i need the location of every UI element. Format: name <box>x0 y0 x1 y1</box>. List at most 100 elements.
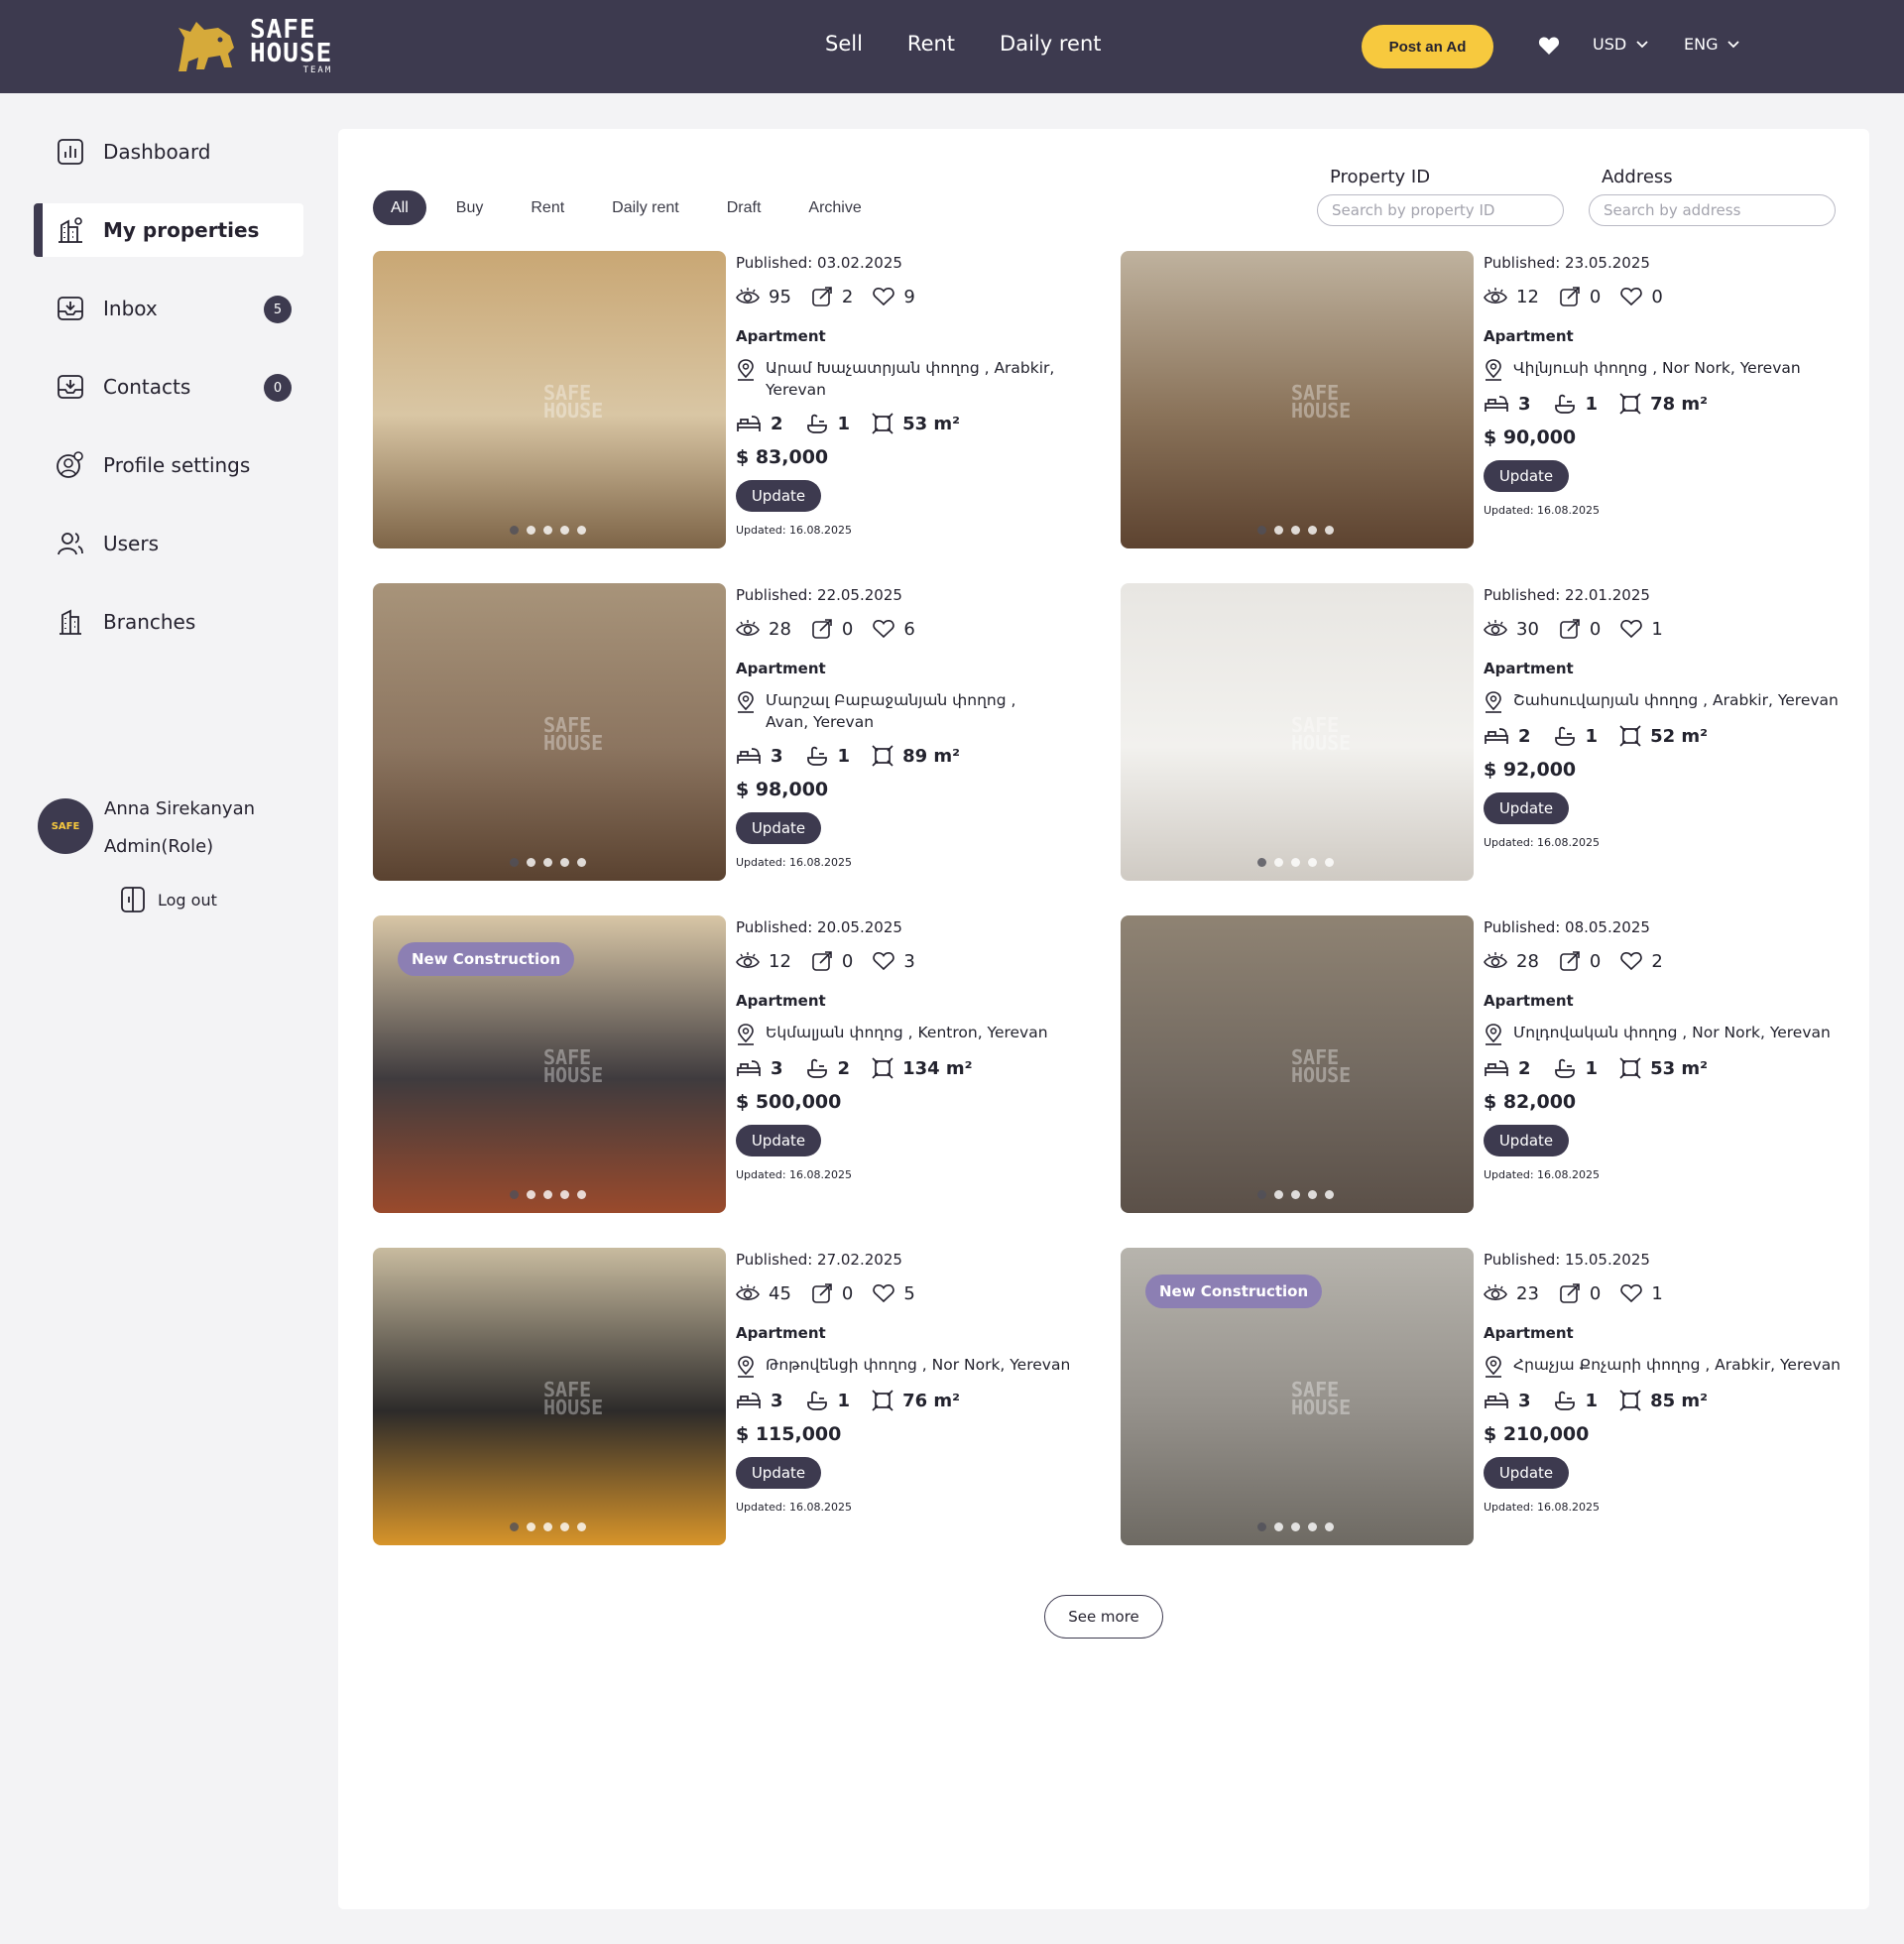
favorites-heart-icon[interactable] <box>1538 36 1560 56</box>
listing-photo[interactable]: SAFE HOUSE <box>1121 583 1474 881</box>
nav-sell[interactable]: Sell <box>825 32 863 56</box>
listing-stats: 12 0 3 <box>736 950 1097 972</box>
sidebar-item-users[interactable]: Users <box>34 517 303 570</box>
listing-card[interactable]: SAFE HOUSE Published: 27.02.2025 45 0 5 A… <box>373 1248 1097 1545</box>
photo-carousel-dots[interactable] <box>1257 858 1334 867</box>
shares-count: 0 <box>1589 618 1602 640</box>
sidebar-item-dashboard[interactable]: Dashboard <box>34 125 303 179</box>
tab-rent[interactable]: Rent <box>513 190 582 225</box>
address-search-input[interactable] <box>1589 194 1836 226</box>
baths-count: 2 <box>837 1057 851 1079</box>
views-eye-icon <box>1484 952 1507 969</box>
baths-count: 1 <box>1585 393 1599 415</box>
logout-button[interactable]: Log out <box>120 886 217 913</box>
bath-icon <box>1554 1391 1575 1410</box>
see-more-button[interactable]: See more <box>1044 1595 1163 1639</box>
photo-carousel-dots[interactable] <box>1257 526 1334 535</box>
currency-selector[interactable]: USD <box>1593 35 1648 54</box>
new-construction-badge: New Construction <box>1145 1275 1323 1308</box>
property-type: Apartment <box>736 660 826 677</box>
language-selector[interactable]: ENG <box>1684 35 1740 54</box>
property-specs: 2 1 53 m² <box>736 413 1097 434</box>
listing-photo[interactable]: SAFE HOUSE <box>373 1248 726 1545</box>
photo-carousel-dots[interactable] <box>510 858 586 867</box>
listing-info: Published: 27.02.2025 45 0 5 Apartment Թ… <box>736 1248 1097 1514</box>
update-button[interactable]: Update <box>736 1125 821 1156</box>
listing-card[interactable]: SAFE HOUSE New Construction Published: 15… <box>1121 1248 1844 1545</box>
listing-photo[interactable]: SAFE HOUSE New Construction <box>373 915 726 1213</box>
tab-buy[interactable]: Buy <box>438 190 502 225</box>
photo-carousel-dots[interactable] <box>1257 1190 1334 1199</box>
sidebar-item-profile-settings[interactable]: Profile settings <box>34 438 303 492</box>
rooms-count: 3 <box>771 1390 783 1411</box>
branches-icon <box>56 607 85 637</box>
nav-rent[interactable]: Rent <box>907 32 955 56</box>
photo-carousel-dots[interactable] <box>1257 1522 1334 1531</box>
update-button[interactable]: Update <box>736 480 821 512</box>
safe-house-logo[interactable]: SAFE HOUSE TEAM <box>175 17 332 75</box>
update-button[interactable]: Update <box>1484 1457 1569 1489</box>
published-date: Published: 20.05.2025 <box>736 918 902 936</box>
watermark-logo: SAFE HOUSE <box>1291 1378 1352 1419</box>
property-type: Apartment <box>1484 1324 1574 1342</box>
update-button[interactable]: Update <box>736 1457 821 1489</box>
photo-carousel-dots[interactable] <box>510 1522 586 1531</box>
listing-photo[interactable]: SAFE HOUSE <box>1121 251 1474 548</box>
sidebar-item-label: Profile settings <box>103 453 251 477</box>
listing-card[interactable]: SAFE HOUSE Published: 08.05.2025 28 0 2 A… <box>1121 915 1844 1213</box>
listing-photo[interactable]: SAFE HOUSE <box>373 583 726 881</box>
update-button[interactable]: Update <box>1484 792 1569 824</box>
property-address: Եկմալյան փողոց , Kentron, Yerevan <box>736 1022 1097 1045</box>
language-value: ENG <box>1684 35 1719 54</box>
listing-card[interactable]: SAFE HOUSE Published: 03.02.2025 95 2 9 A… <box>373 251 1097 548</box>
area-value: 53 m² <box>902 413 961 434</box>
tab-archive[interactable]: Archive <box>790 190 879 225</box>
listing-stats: 30 0 1 <box>1484 618 1844 640</box>
tab-draft[interactable]: Draft <box>709 190 779 225</box>
bath-icon <box>806 1391 827 1410</box>
nav-daily-rent[interactable]: Daily rent <box>1000 32 1101 56</box>
update-button[interactable]: Update <box>1484 1125 1569 1156</box>
area-value: 53 m² <box>1650 1057 1709 1079</box>
views-eye-icon <box>1484 620 1507 637</box>
update-button[interactable]: Update <box>1484 460 1569 492</box>
sidebar-item-my-properties[interactable]: My properties <box>34 203 303 257</box>
listing-card[interactable]: SAFE HOUSE Published: 23.05.2025 12 0 0 A… <box>1121 251 1844 548</box>
property-address: Վիլնյուսի փողոց , Nor Nork, Yerevan <box>1484 357 1844 381</box>
published-date: Published: 22.01.2025 <box>1484 586 1650 604</box>
baths-count: 1 <box>1585 725 1599 747</box>
listing-photo[interactable]: SAFE HOUSE New Construction <box>1121 1248 1474 1545</box>
shares-count: 0 <box>841 1282 854 1304</box>
listing-card[interactable]: SAFE HOUSE Published: 22.01.2025 30 0 1 A… <box>1121 583 1844 881</box>
property-type: Apartment <box>1484 992 1574 1010</box>
bed-icon <box>737 1393 761 1408</box>
sidebar-item-inbox[interactable]: Inbox 5 <box>34 282 303 335</box>
photo-carousel-dots[interactable] <box>510 1190 586 1199</box>
likes-count: 3 <box>903 950 915 972</box>
baths-count: 1 <box>837 413 851 434</box>
rooms-count: 2 <box>771 413 783 434</box>
bed-icon <box>737 1060 761 1076</box>
property-id-search-input[interactable] <box>1317 194 1564 226</box>
tab-daily-rent[interactable]: Daily rent <box>594 190 697 225</box>
listing-card[interactable]: SAFE HOUSE Published: 22.05.2025 28 0 6 A… <box>373 583 1097 881</box>
listing-photo[interactable]: SAFE HOUSE <box>373 251 726 548</box>
sidebar-item-contacts[interactable]: Contacts 0 <box>34 360 303 414</box>
listing-photo[interactable]: SAFE HOUSE <box>1121 915 1474 1213</box>
updated-date: Updated: 16.08.2025 <box>1484 1168 1601 1181</box>
location-pin-icon <box>738 359 754 381</box>
share-icon <box>1560 287 1580 306</box>
views-eye-icon <box>736 288 760 304</box>
likes-heart-icon <box>1620 287 1643 306</box>
likes-heart-icon <box>873 619 895 639</box>
photo-carousel-dots[interactable] <box>510 526 586 535</box>
update-button[interactable]: Update <box>736 812 821 844</box>
bed-icon <box>1485 396 1508 412</box>
tab-all[interactable]: All <box>373 190 426 225</box>
listing-card[interactable]: SAFE HOUSE New Construction Published: 20… <box>373 915 1097 1213</box>
post-an-ad-button[interactable]: Post an Ad <box>1362 25 1493 68</box>
bath-icon <box>806 414 827 433</box>
property-specs: 3 1 76 m² <box>736 1390 1097 1411</box>
property-type: Apartment <box>1484 660 1574 677</box>
sidebar-item-branches[interactable]: Branches <box>34 595 303 649</box>
